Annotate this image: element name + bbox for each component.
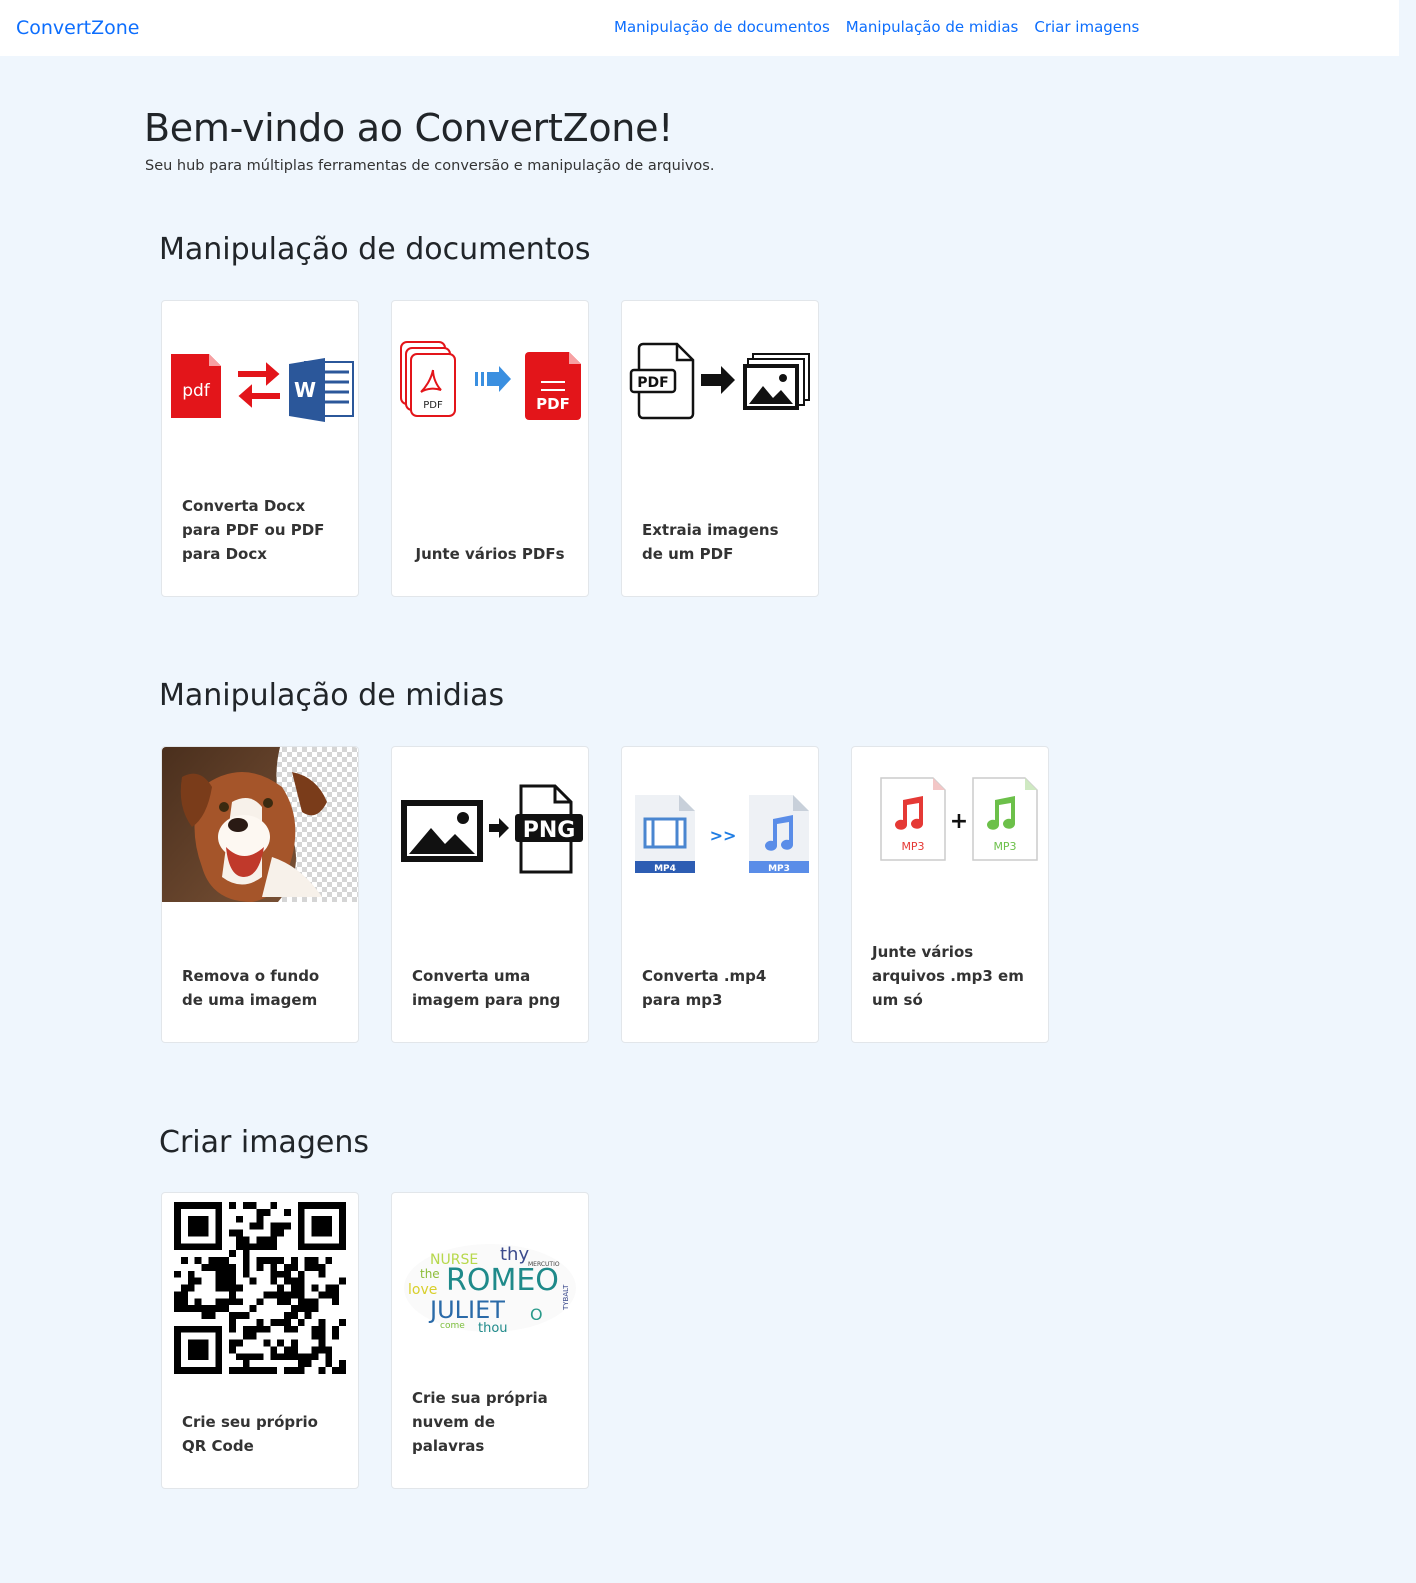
card-mp4-mp3[interactable]: MP4 >> MP3 Converta .mp4 para mp3 [621, 746, 819, 1043]
card-label: Crie seu próprio QR Code [182, 1413, 318, 1455]
pdf-source-text: PDF [637, 375, 668, 391]
cloud-word: TYBALT [562, 1284, 570, 1311]
cloud-word: come [440, 1321, 465, 1331]
nav-links: Manipulação de documentos Manipulação de… [614, 18, 1155, 36]
image-to-png-icon: PNG [392, 747, 588, 912]
cards-midias: Remova o fundo de uma imagem PNG Convert… [161, 746, 1049, 1043]
mp4-to-mp3-icon: MP4 >> MP3 [622, 747, 818, 912]
cards-documentos: pdf W Converta Docx para PDF ou PDF para… [161, 300, 819, 597]
hero: Bem-vindo ao ConvertZone! Seu hub para m… [144, 106, 714, 174]
page-title: Bem-vindo ao ConvertZone! [144, 106, 674, 150]
merge-mp3-icon: MP3 + MP3 [852, 747, 1048, 897]
pdf-word-convert-icon: pdf W [162, 301, 358, 466]
card-label: Crie sua própria nuvem de palavras [412, 1389, 548, 1455]
card-label: Converta .mp4 para mp3 [642, 967, 767, 1009]
mp3-b-text: MP3 [993, 840, 1016, 853]
mp4-icon-text: MP4 [654, 864, 676, 874]
cloud-word: MERCUTIO [528, 1261, 560, 1268]
pdf-icon-text: pdf [182, 381, 211, 401]
card-image-to-png[interactable]: PNG Converta uma imagem para png [391, 746, 589, 1043]
card-label: Junte vários PDFs [415, 545, 565, 563]
card-word-cloud[interactable]: NURSE thy the ROMEO love JULIET O thou c… [391, 1192, 589, 1489]
section-title-documentos: Manipulação de documentos [159, 232, 591, 267]
word-cloud-icon: NURSE thy the ROMEO love JULIET O thou c… [392, 1193, 588, 1383]
card-remove-background[interactable]: Remova o fundo de uma imagem [161, 746, 359, 1043]
nav-link-documentos[interactable]: Manipulação de documentos [614, 18, 830, 36]
card-label: Extraia imagens de um PDF [642, 521, 779, 563]
navbar: ConvertZone Manipulação de documentos Ma… [0, 0, 1399, 56]
pdf-stack-text: PDF [423, 400, 443, 411]
card-merge-mp3[interactable]: MP3 + MP3 Junte vários arquivos .mp3 em … [851, 746, 1049, 1043]
cloud-word: ROMEO [446, 1263, 559, 1298]
card-label: Remova o fundo de uma imagem [182, 967, 320, 1009]
card-docx-pdf[interactable]: pdf W Converta Docx para PDF ou PDF para… [161, 300, 359, 597]
pdf-result-text: PDF [536, 395, 570, 413]
cloud-word: JULIET [428, 1296, 505, 1324]
dog-photo-icon [162, 747, 358, 902]
card-extract-images[interactable]: PDF Extraia imagens de um PDF [621, 300, 819, 597]
cloud-word: thou [478, 1321, 508, 1336]
brand-link[interactable]: ConvertZone [16, 17, 140, 39]
arrow-text: >> [710, 826, 737, 845]
mp3-icon-text: MP3 [768, 864, 790, 874]
cloud-word: the [420, 1267, 440, 1281]
merge-pdf-icon: PDF PDF [392, 301, 588, 466]
cloud-word: O [530, 1305, 543, 1324]
cards-criar-imagens: Crie seu próprio QR Code NURSE thy the R… [161, 1192, 589, 1489]
word-icon-text: W [294, 378, 316, 402]
svg-text:+: + [950, 809, 968, 834]
section-title-midias: Manipulação de midias [159, 678, 505, 713]
page-subtitle: Seu hub para múltiplas ferramentas de co… [145, 158, 715, 174]
cloud-word: thy [500, 1244, 529, 1265]
pdf-to-images-icon: PDF [622, 301, 818, 466]
card-label: Converta uma imagem para png [412, 967, 561, 1009]
card-merge-pdf[interactable]: PDF PDF Junte vários PDFs [391, 300, 589, 597]
mp3-a-text: MP3 [901, 840, 924, 853]
qr-code-icon [162, 1193, 358, 1383]
card-label: Converta Docx para PDF ou PDF para Docx [182, 497, 325, 563]
card-label: Junte vários arquivos .mp3 em um só [872, 943, 1024, 1009]
nav-link-midias[interactable]: Manipulação de midias [846, 18, 1019, 36]
nav-link-criar-imagens[interactable]: Criar imagens [1034, 18, 1139, 36]
card-qr-code[interactable]: Crie seu próprio QR Code [161, 1192, 359, 1489]
png-icon-text: PNG [523, 818, 576, 843]
section-title-criar-imagens: Criar imagens [159, 1125, 369, 1160]
